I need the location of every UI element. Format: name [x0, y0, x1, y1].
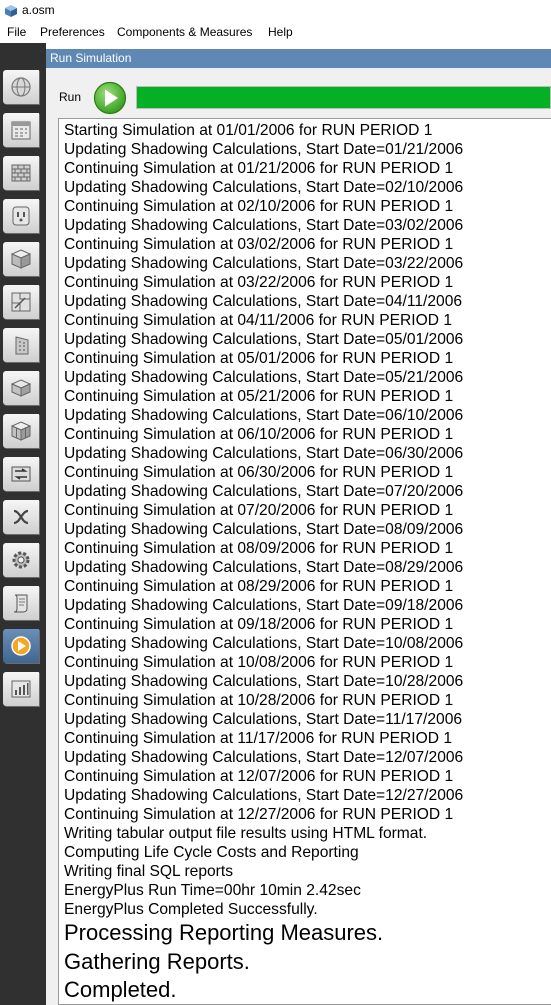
log-status-line: Completed.	[64, 977, 177, 1002]
log-line: Continuing Simulation at 09/18/2006 for …	[64, 616, 454, 633]
log-line: Updating Shadowing Calculations, Start D…	[64, 521, 464, 538]
space-type-cube-icon	[10, 249, 32, 269]
title-bar: a.osm	[0, 0, 551, 22]
play-circle-icon	[11, 636, 31, 656]
log-line: Updating Shadowing Calculations, Start D…	[64, 483, 464, 500]
run-button[interactable]	[93, 81, 127, 115]
tab-geometry[interactable]	[3, 285, 39, 319]
window-title: a.osm	[22, 3, 55, 17]
openstudio-cube-icon	[5, 5, 17, 17]
progress-fill	[137, 87, 550, 108]
log-line: EnergyPlus Completed Successfully.	[64, 901, 318, 918]
log-line: Updating Shadowing Calculations, Start D…	[64, 331, 464, 348]
brick-wall-icon	[11, 164, 31, 182]
space-cube-icon	[10, 379, 32, 397]
tab-space-types[interactable]	[3, 242, 39, 276]
building-icon	[15, 336, 29, 355]
log-line: Updating Shadowing Calculations, Start D…	[64, 445, 464, 462]
log-line: Continuing Simulation at 10/28/2006 for …	[64, 692, 454, 709]
tab-run-simulation[interactable]	[3, 629, 39, 663]
tab-measures[interactable]	[3, 586, 39, 620]
log-line: Updating Shadowing Calculations, Start D…	[64, 559, 464, 576]
scroll-icon	[13, 594, 28, 613]
log-line: Writing tabular output file results usin…	[64, 825, 428, 842]
run-label: Run	[59, 90, 82, 104]
log-line: Continuing Simulation at 05/21/2006 for …	[64, 388, 454, 405]
tab-simulation-settings[interactable]	[3, 543, 39, 577]
progress-bar	[136, 86, 551, 109]
log-line: Continuing Simulation at 04/11/2006 for …	[64, 312, 453, 329]
globe-icon	[11, 77, 31, 97]
panel-header: Run Simulation	[46, 49, 551, 68]
log-line: Continuing Simulation at 02/10/2006 for …	[64, 198, 454, 215]
log-line: Updating Shadowing Calculations, Start D…	[64, 293, 463, 310]
panel-title: Run Simulation	[50, 51, 132, 65]
menu-components-measures[interactable]: Components & Measures	[117, 25, 252, 39]
log-line: Continuing Simulation at 12/07/2006 for …	[64, 768, 454, 785]
log-line: EnergyPlus Run Time=00hr 10min 2.42sec	[64, 882, 361, 899]
tab-thermal-zones[interactable]	[3, 414, 39, 448]
log-line: Continuing Simulation at 07/20/2006 for …	[64, 502, 454, 519]
gear-icon	[12, 551, 30, 569]
log-line: Updating Shadowing Calculations, Start D…	[64, 711, 463, 728]
log-line: Updating Shadowing Calculations, Start D…	[64, 635, 464, 652]
log-line: Continuing Simulation at 10/08/2006 for …	[64, 654, 454, 671]
log-line: Continuing Simulation at 03/22/2006 for …	[64, 274, 454, 291]
log-line: Continuing Simulation at 11/17/2006 for …	[64, 730, 453, 747]
bar-chart-icon	[11, 680, 31, 698]
tab-output-variables[interactable]	[3, 500, 39, 534]
zone-cube-icon	[10, 421, 32, 441]
log-line: Updating Shadowing Calculations, Start D…	[64, 749, 464, 766]
calendar-icon	[11, 121, 31, 140]
outlet-icon	[12, 206, 30, 226]
menu-bar: File Preferences Components & Measures H…	[0, 22, 551, 43]
log-line: Continuing Simulation at 12/27/2006 for …	[64, 806, 454, 823]
floorplan-icon	[11, 292, 31, 312]
log-line: Continuing Simulation at 08/09/2006 for …	[64, 540, 454, 557]
tab-results-summary[interactable]	[3, 672, 39, 706]
log-line: Continuing Simulation at 05/01/2006 for …	[64, 350, 454, 367]
log-line: Continuing Simulation at 08/29/2006 for …	[64, 578, 454, 595]
log-line: Updating Shadowing Calculations, Start D…	[64, 787, 464, 804]
log-status-line: Processing Reporting Measures.	[64, 920, 384, 945]
tab-constructions[interactable]	[3, 156, 39, 190]
log-line: Computing Life Cycle Costs and Reporting	[64, 844, 359, 861]
menu-file[interactable]: File	[7, 25, 26, 39]
log-status-line: Gathering Reports.	[64, 948, 250, 974]
tab-loads[interactable]	[3, 199, 39, 233]
log-line: Updating Shadowing Calculations, Start D…	[64, 217, 464, 234]
log-line: Continuing Simulation at 06/10/2006 for …	[64, 426, 454, 443]
hvac-loop-icon	[11, 466, 31, 482]
tab-facility[interactable]	[3, 328, 39, 362]
log-line: Starting Simulation at 01/01/2006 for RU…	[64, 122, 433, 139]
log-line: Updating Shadowing Calculations, Start D…	[64, 369, 464, 386]
tab-hvac-systems[interactable]	[3, 457, 39, 491]
log-line: Updating Shadowing Calculations, Start D…	[64, 255, 464, 272]
tab-schedules[interactable]	[3, 113, 39, 147]
log-line: Updating Shadowing Calculations, Start D…	[64, 597, 464, 614]
menu-help[interactable]: Help	[268, 25, 293, 39]
log-line: Continuing Simulation at 03/02/2006 for …	[64, 236, 454, 253]
tab-spaces[interactable]	[3, 371, 39, 405]
vertical-tab-bar	[0, 43, 46, 1005]
tab-site[interactable]	[3, 70, 39, 104]
simulation-log[interactable]: Starting Simulation at 01/01/2006 for RU…	[58, 118, 551, 1005]
log-line: Writing final SQL reports	[64, 863, 233, 880]
log-line: Updating Shadowing Calculations, Start D…	[64, 141, 464, 158]
menu-preferences[interactable]: Preferences	[40, 25, 105, 39]
log-line: Updating Shadowing Calculations, Start D…	[64, 179, 464, 196]
log-line: Continuing Simulation at 01/21/2006 for …	[64, 160, 454, 177]
log-line: Continuing Simulation at 06/30/2006 for …	[64, 464, 454, 481]
log-line: Updating Shadowing Calculations, Start D…	[64, 673, 464, 690]
log-line: Updating Shadowing Calculations, Start D…	[64, 407, 464, 424]
variables-x-icon	[13, 509, 29, 525]
